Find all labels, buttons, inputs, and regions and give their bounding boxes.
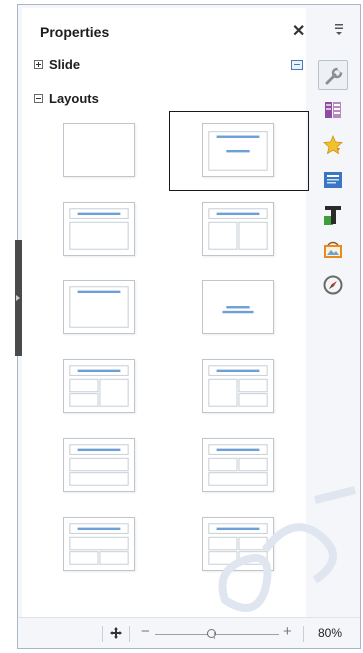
gallery-icon[interactable] — [318, 235, 348, 265]
layout-title-two-content[interactable] — [202, 202, 274, 256]
animation-star-icon[interactable] — [318, 130, 348, 160]
zoom-in-button[interactable]: + — [283, 623, 292, 640]
layout-title-only[interactable] — [202, 123, 274, 177]
layout-title-only-top[interactable] — [63, 280, 135, 334]
zoom-slider-track[interactable] — [155, 634, 279, 635]
master-slides-icon[interactable] — [318, 165, 348, 195]
status-bar: − + 80% — [18, 617, 360, 648]
layout-blank[interactable] — [63, 123, 135, 177]
status-separator — [102, 626, 103, 642]
more-options-button[interactable] — [291, 60, 303, 70]
styles-formatting-icon[interactable] — [318, 200, 348, 230]
layout-centered-text[interactable] — [202, 280, 274, 334]
section-layouts-label: Layouts — [49, 91, 99, 106]
layout-title-two-content-over-two[interactable] — [63, 517, 135, 571]
properties-wrench-icon[interactable] — [318, 60, 348, 90]
navigator-icon[interactable] — [318, 270, 348, 300]
panel-menu-icon[interactable] — [334, 22, 344, 36]
expand-plus-icon[interactable] — [34, 60, 43, 69]
section-slide-label: Slide — [49, 57, 81, 72]
collapse-minus-icon[interactable] — [34, 94, 43, 103]
layout-title-content-over-content[interactable] — [63, 438, 135, 492]
layout-title-two-content-content[interactable] — [202, 359, 274, 413]
panel-title: Properties — [40, 24, 110, 40]
status-separator — [129, 626, 130, 642]
sidebar-collapse-handle[interactable] — [15, 240, 22, 356]
properties-panel: Properties ✕ Slide Layouts — [22, 8, 309, 621]
layout-title-four-content[interactable] — [202, 517, 274, 571]
section-slide[interactable]: Slide — [34, 57, 80, 72]
close-icon[interactable]: ✕ — [292, 21, 305, 41]
fit-slide-icon[interactable] — [109, 626, 123, 640]
slide-transition-icon[interactable] — [318, 95, 348, 125]
zoom-out-button[interactable]: − — [141, 623, 150, 640]
layout-title-content[interactable] — [63, 202, 135, 256]
layout-title-content-two-content[interactable] — [63, 359, 135, 413]
section-layouts[interactable]: Layouts — [34, 91, 99, 106]
status-separator — [303, 626, 304, 642]
zoom-level[interactable]: 80% — [318, 626, 342, 640]
layout-title-two-content-over-content[interactable] — [202, 438, 274, 492]
zoom-slider-center-tick — [214, 630, 215, 639]
